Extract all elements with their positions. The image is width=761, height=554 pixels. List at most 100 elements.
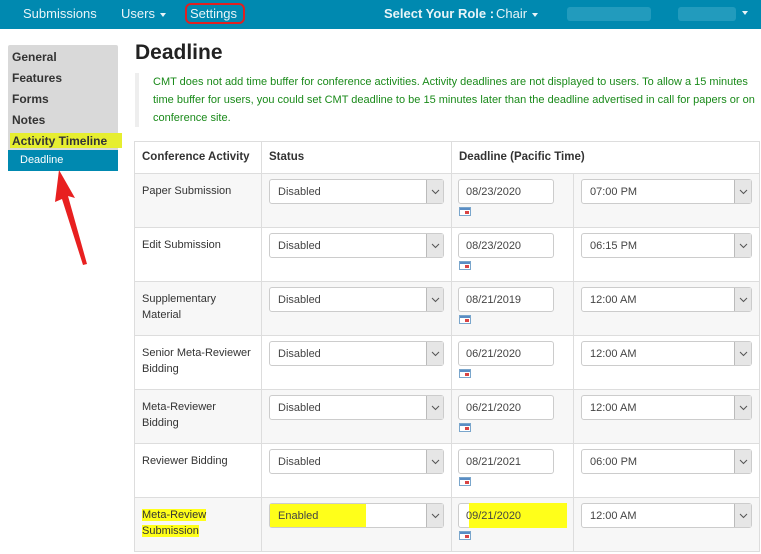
time-select[interactable]: 07:00 PM [581, 179, 752, 204]
redacted-user-name [567, 7, 651, 21]
status-select[interactable]: Disabled [269, 287, 444, 312]
nav-users[interactable]: Users [121, 6, 166, 21]
dropdown-button[interactable] [734, 180, 751, 203]
date-input[interactable]: 09/21/2020 [458, 503, 567, 528]
time-cell: 12:00 AM [573, 281, 760, 336]
date-value: 08/21/2021 [466, 456, 522, 468]
date-input[interactable]: 08/23/2020 [458, 179, 554, 204]
sidebar-item-forms[interactable]: Forms [12, 92, 49, 106]
date-value: 08/21/2019 [466, 294, 522, 306]
sidebar-item-general[interactable]: General [12, 50, 57, 64]
time-cell: 12:00 AM [573, 389, 760, 444]
sidebar-item-notes[interactable]: Notes [12, 113, 45, 127]
dropdown-button[interactable] [734, 342, 751, 365]
status-cell: Disabled [261, 335, 452, 390]
activity-name: Reviewer Bidding [142, 455, 228, 467]
dropdown-button[interactable] [426, 504, 443, 527]
calendar-icon[interactable] [459, 315, 471, 324]
date-value: 08/23/2020 [466, 240, 522, 252]
dropdown-button[interactable] [734, 288, 751, 311]
status-select[interactable]: Disabled [269, 341, 444, 366]
status-select[interactable]: Disabled [269, 179, 444, 204]
status-cell: Disabled [261, 227, 452, 282]
dropdown-button[interactable] [426, 180, 443, 203]
table-row: Senior Meta-Reviewer Bidding Disabled 06/2… [134, 335, 760, 390]
sidebar-item-activity-timeline[interactable]: Activity Timeline [12, 134, 107, 148]
activity-name: Edit Submission [142, 239, 221, 251]
time-select[interactable]: 12:00 AM [581, 287, 752, 312]
status-cell: Enabled [261, 497, 452, 552]
dropdown-button[interactable] [426, 396, 443, 419]
date-input[interactable]: 08/23/2020 [458, 233, 554, 258]
table-row: Reviewer Bidding Disabled 08/21/2021 06:00 … [134, 443, 760, 498]
chevron-down-icon [739, 297, 747, 302]
status-value: Disabled [278, 186, 321, 198]
activity-name: Meta-Review Submission [142, 509, 207, 537]
time-select[interactable]: 06:00 PM [581, 449, 752, 474]
date-cell: 08/23/2020 [451, 227, 574, 282]
date-input[interactable]: 06/21/2020 [458, 341, 554, 366]
chevron-down-icon [739, 405, 747, 410]
dropdown-button[interactable] [426, 450, 443, 473]
page-title: Deadline [135, 41, 223, 64]
status-select[interactable]: Disabled [269, 233, 444, 258]
nav-users-label: Users [121, 6, 155, 21]
date-input[interactable]: 08/21/2019 [458, 287, 554, 312]
date-input[interactable]: 06/21/2020 [458, 395, 554, 420]
calendar-icon[interactable] [459, 261, 471, 270]
dropdown-button[interactable] [734, 396, 751, 419]
time-select[interactable]: 12:00 AM [581, 503, 752, 528]
time-value: 12:00 AM [590, 402, 637, 414]
time-cell: 06:15 PM [573, 227, 760, 282]
status-cell: Disabled [261, 281, 452, 336]
time-select[interactable]: 12:00 AM [581, 395, 752, 420]
time-value: 12:00 AM [590, 510, 637, 522]
status-cell: Disabled [261, 173, 452, 228]
date-input[interactable]: 08/21/2021 [458, 449, 554, 474]
time-value: 12:00 AM [590, 294, 637, 306]
table-row: Meta-Review Submission Enabled 09/21/2020 1… [134, 497, 760, 552]
calendar-icon[interactable] [459, 423, 471, 432]
time-cell: 12:00 AM [573, 497, 760, 552]
status-select[interactable]: Disabled [269, 449, 444, 474]
user-menu-caret-icon[interactable] [742, 11, 748, 15]
calendar-icon[interactable] [459, 477, 471, 486]
status-value: Disabled [278, 240, 321, 252]
dropdown-button[interactable] [734, 234, 751, 257]
activity-name: Paper Submission [142, 185, 232, 197]
calendar-icon[interactable] [459, 369, 471, 378]
header-status: Status [261, 141, 452, 174]
date-cell: 08/21/2019 [451, 281, 574, 336]
annotation-circle [185, 3, 245, 24]
dropdown-button[interactable] [426, 342, 443, 365]
sidebar-item-features[interactable]: Features [12, 71, 62, 85]
activity-cell: Edit Submission [134, 227, 262, 282]
chevron-down-icon [431, 405, 439, 410]
activity-cell: Meta-Reviewer Bidding [134, 389, 262, 444]
time-cell: 12:00 AM [573, 335, 760, 390]
table-row: Edit Submission Disabled 08/23/2020 06:15 P… [134, 227, 760, 282]
top-navbar: Submissions Users Settings Select Your R… [0, 0, 761, 29]
role-dropdown[interactable]: Chair [496, 6, 539, 21]
time-select[interactable]: 12:00 AM [581, 341, 752, 366]
dropdown-button[interactable] [734, 504, 751, 527]
nav-submissions[interactable]: Submissions [23, 6, 97, 21]
calendar-icon[interactable] [459, 531, 471, 540]
status-select[interactable]: Disabled [269, 395, 444, 420]
time-cell: 06:00 PM [573, 443, 760, 498]
status-select[interactable]: Enabled [269, 503, 444, 528]
date-value: 08/23/2020 [466, 186, 522, 198]
redacted-user-email [678, 7, 736, 21]
role-value: Chair [496, 6, 528, 21]
calendar-icon[interactable] [459, 207, 471, 216]
table-row: Meta-Reviewer Bidding Disabled 06/21/2020 1… [134, 389, 760, 444]
dropdown-button[interactable] [734, 450, 751, 473]
caret-down-icon [159, 12, 166, 17]
date-cell: 09/21/2020 [451, 497, 574, 552]
chevron-down-icon [431, 459, 439, 464]
status-value: Disabled [278, 294, 321, 306]
dropdown-button[interactable] [426, 234, 443, 257]
time-select[interactable]: 06:15 PM [581, 233, 752, 258]
activity-name: Supplementary Material [142, 293, 216, 321]
dropdown-button[interactable] [426, 288, 443, 311]
